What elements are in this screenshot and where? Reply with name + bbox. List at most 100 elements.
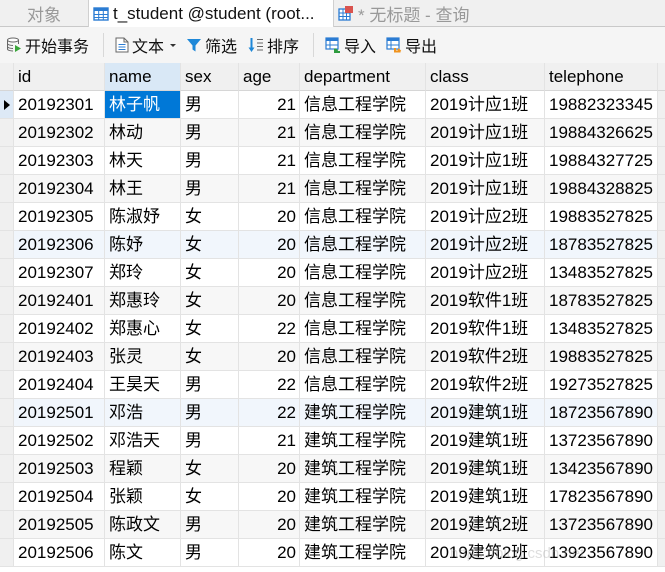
cell-telephone[interactable]: 18783527825 [545,287,658,315]
filter-button[interactable]: 筛选 [186,34,237,56]
cell-id[interactable]: 20192307 [14,259,105,287]
export-button[interactable]: 导出 [386,34,437,56]
cell-class[interactable]: 2019建筑1班 [426,427,545,455]
cell-name[interactable]: 邓浩天 [105,427,181,455]
cell-id[interactable]: 20192506 [14,539,105,567]
cell-sex[interactable]: 男 [181,147,239,175]
cell-age[interactable]: 21 [239,427,300,455]
tab-objects[interactable]: 对象 [0,0,88,26]
cell-department[interactable]: 信息工程学院 [300,287,426,315]
row-indicator[interactable] [0,511,14,539]
cell-sex[interactable]: 男 [181,427,239,455]
row-indicator[interactable] [0,371,14,399]
cell-sex[interactable]: 男 [181,539,239,567]
cell-telephone[interactable]: 17823567890 [545,483,658,511]
cell-telephone[interactable]: 18783527825 [545,231,658,259]
cell-id[interactable]: 20192306 [14,231,105,259]
cell-name[interactable]: 林动 [105,119,181,147]
table-row[interactable]: 20192401 郑惠玲女 20 信息工程学院 2019软件1班 18783527825 [0,287,665,315]
cell-name[interactable]: 陈妤 [105,231,181,259]
cell-sex[interactable]: 女 [181,203,239,231]
cell-age[interactable]: 20 [239,287,300,315]
cell-id[interactable]: 20192403 [14,343,105,371]
row-indicator[interactable] [0,483,14,511]
cell-telephone[interactable]: 19884326625 [545,119,658,147]
cell-name[interactable]: 林天 [105,147,181,175]
cell-age[interactable]: 20 [239,259,300,287]
cell-sex[interactable]: 女 [181,315,239,343]
cell-name[interactable]: 郑玲 [105,259,181,287]
cell-telephone[interactable]: 19273527825 [545,371,658,399]
row-indicator[interactable] [0,175,14,203]
cell-class[interactable]: 2019建筑2班 [426,539,545,567]
cell-age[interactable]: 21 [239,119,300,147]
cell-id[interactable]: 20192401 [14,287,105,315]
row-indicator[interactable] [0,399,14,427]
cell-id[interactable]: 20192404 [14,371,105,399]
cell-id[interactable]: 20192503 [14,455,105,483]
cell-name[interactable]: 张灵 [105,343,181,371]
cell-name[interactable]: 陈淑妤 [105,203,181,231]
column-header-class[interactable]: class [426,63,545,91]
row-indicator[interactable] [0,455,14,483]
cell-id[interactable]: 20192502 [14,427,105,455]
cell-class[interactable]: 2019软件1班 [426,315,545,343]
cell-sex[interactable]: 女 [181,287,239,315]
cell-sex[interactable]: 女 [181,259,239,287]
cell-name[interactable]: 林子帆 [105,91,181,119]
cell-department[interactable]: 建筑工程学院 [300,511,426,539]
cell-name[interactable]: 邓浩 [105,399,181,427]
sort-button[interactable]: 排序 [248,34,299,56]
cell-class[interactable]: 2019计应1班 [426,91,545,119]
cell-sex[interactable]: 男 [181,91,239,119]
cell-class[interactable]: 2019软件1班 [426,287,545,315]
cell-telephone[interactable]: 18723567890 [545,399,658,427]
table-row[interactable]: 20192402 郑惠心女 22 信息工程学院 2019软件1班 13483527825 [0,315,665,343]
begin-transaction-button[interactable]: 开始事务 [6,34,89,56]
text-view-button[interactable]: 文本 [115,34,181,56]
cell-department[interactable]: 信息工程学院 [300,119,426,147]
column-header-telephone[interactable]: telephone [545,63,658,91]
cell-age[interactable]: 20 [239,455,300,483]
cell-telephone[interactable]: 13723567890 [545,427,658,455]
table-row[interactable]: 20192404 王昊天男 22 信息工程学院 2019软件2班 19273527825 [0,371,665,399]
table-row[interactable]: 20192305 陈淑妤女 20 信息工程学院 2019计应2班 19883527825 [0,203,665,231]
cell-name[interactable]: 程颖 [105,455,181,483]
table-row[interactable]: 20192306 陈妤女 20 信息工程学院 2019计应2班 18783527825 [0,231,665,259]
row-indicator[interactable] [0,315,14,343]
cell-class[interactable]: 2019软件2班 [426,371,545,399]
cell-age[interactable]: 20 [239,203,300,231]
cell-telephone[interactable]: 19884328825 [545,175,658,203]
cell-department[interactable]: 信息工程学院 [300,91,426,119]
cell-id[interactable]: 20192303 [14,147,105,175]
table-row[interactable]: 20192501 邓浩男 22 建筑工程学院 2019建筑1班 18723567890 [0,399,665,427]
cell-telephone[interactable]: 19882323345 [545,91,658,119]
table-row[interactable]: 20192302 林动男 21 信息工程学院 2019计应1班 19884326625 [0,119,665,147]
cell-department[interactable]: 信息工程学院 [300,147,426,175]
import-button[interactable]: 导入 [325,34,376,56]
cell-telephone[interactable]: 13483527825 [545,259,658,287]
cell-age[interactable]: 21 [239,147,300,175]
cell-class[interactable]: 2019计应1班 [426,175,545,203]
cell-name[interactable]: 郑惠心 [105,315,181,343]
cell-department[interactable]: 建筑工程学院 [300,483,426,511]
cell-sex[interactable]: 女 [181,455,239,483]
cell-age[interactable]: 22 [239,315,300,343]
cell-id[interactable]: 20192505 [14,511,105,539]
column-header-id[interactable]: id [14,63,105,91]
cell-id[interactable]: 20192402 [14,315,105,343]
tab-query-untitled[interactable]: * 无标题 - 查询 [334,0,484,26]
cell-sex[interactable]: 女 [181,343,239,371]
cell-department[interactable]: 信息工程学院 [300,343,426,371]
row-indicator[interactable] [0,539,14,567]
cell-department[interactable]: 信息工程学院 [300,259,426,287]
cell-name[interactable]: 郑惠玲 [105,287,181,315]
row-indicator[interactable] [0,343,14,371]
cell-department[interactable]: 建筑工程学院 [300,399,426,427]
cell-name[interactable]: 张颖 [105,483,181,511]
column-header-sex[interactable]: sex [181,63,239,91]
cell-id[interactable]: 20192504 [14,483,105,511]
cell-age[interactable]: 20 [239,231,300,259]
column-header-age[interactable]: age [239,63,300,91]
cell-telephone[interactable]: 13423567890 [545,455,658,483]
